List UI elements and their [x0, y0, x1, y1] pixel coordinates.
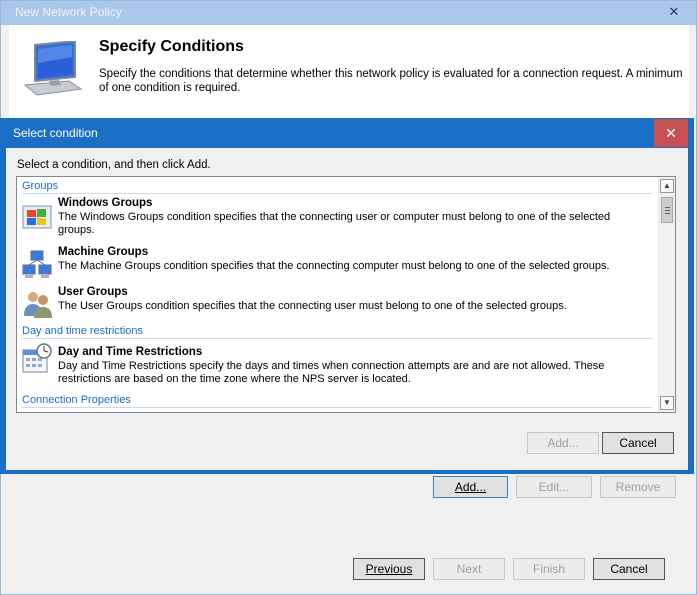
- thumb-grip: [665, 213, 670, 214]
- thumb-grip: [665, 210, 670, 211]
- dialog-cancel-button[interactable]: Cancel: [602, 432, 674, 454]
- item-desc-windows-groups: The Windows Groups condition specifies t…: [58, 211, 611, 236]
- thumb-grip: [665, 207, 670, 208]
- dialog-body: Select a condition, and then click Add. …: [6, 148, 688, 470]
- dialog-instruction: Select a condition, and then click Add.: [17, 159, 211, 171]
- group-divider: [22, 338, 652, 339]
- previous-label: Previous: [365, 562, 413, 576]
- page-description: Specify the conditions that determine wh…: [99, 68, 683, 94]
- condition-list-content: Groups Windows Groups The Windows Groups…: [17, 177, 658, 412]
- list-scrollbar[interactable]: ▲ ▼: [658, 177, 675, 412]
- page-title: Specify Conditions: [99, 38, 244, 55]
- next-label: Next: [456, 562, 482, 576]
- machine-groups-icon: [22, 250, 52, 278]
- dialog-title: Select condition: [13, 126, 98, 140]
- parent-window-title: New Network Policy: [15, 5, 122, 19]
- calendar-clock-icon: [22, 343, 52, 373]
- dialog-close-icon[interactable]: ✕: [654, 119, 688, 147]
- item-name-day-time-restrictions: Day and Time Restrictions: [58, 346, 203, 358]
- scroll-down-arrow-icon[interactable]: ▼: [660, 396, 674, 410]
- scroll-up-arrow-icon[interactable]: ▲: [660, 179, 674, 193]
- finish-button[interactable]: Finish: [513, 558, 585, 580]
- parent-titlebar[interactable]: New Network Policy ✕: [1, 1, 696, 25]
- add-condition-label: Add...: [454, 480, 487, 494]
- item-name-machine-groups: Machine Groups: [58, 246, 149, 258]
- item-name-windows-groups: Windows Groups: [58, 197, 153, 209]
- condition-list[interactable]: Groups Windows Groups The Windows Groups…: [16, 176, 676, 413]
- next-button[interactable]: Next: [433, 558, 505, 580]
- previous-button[interactable]: Previous: [353, 558, 425, 580]
- finish-label: Finish: [532, 562, 565, 576]
- remove-condition-button[interactable]: Remove: [600, 476, 676, 498]
- parent-cancel-button[interactable]: Cancel: [593, 558, 665, 580]
- windows-groups-icon: [22, 205, 52, 229]
- item-desc-machine-groups: The Machine Groups condition specifies t…: [58, 260, 610, 272]
- parent-header-panel: Specify Conditions Specify the condition…: [9, 25, 689, 119]
- group-divider: [22, 193, 652, 194]
- edit-condition-button[interactable]: Edit...: [516, 476, 592, 498]
- add-condition-button[interactable]: Add...: [433, 476, 508, 498]
- group-header-groups: Groups: [22, 180, 59, 192]
- parent-cancel-label: Cancel: [610, 562, 648, 576]
- scroll-thumb[interactable]: [661, 197, 673, 223]
- edit-condition-label: Edit...: [538, 480, 570, 494]
- user-groups-icon: [24, 292, 52, 318]
- item-name-user-groups: User Groups: [58, 286, 128, 298]
- select-condition-dialog: Select condition ✕ Select a condition, a…: [0, 118, 694, 474]
- group-header-day-time: Day and time restrictions: [22, 325, 144, 337]
- group-divider: [22, 407, 652, 408]
- group-header-connection-properties: Connection Properties: [22, 394, 131, 406]
- dialog-cancel-label: Cancel: [619, 436, 657, 450]
- dialog-add-button[interactable]: Add...: [527, 432, 599, 454]
- parent-close-icon[interactable]: ✕: [666, 4, 682, 20]
- remove-condition-label: Remove: [615, 480, 661, 494]
- item-desc-user-groups: The User Groups condition specifies that…: [58, 300, 567, 312]
- dialog-add-label: Add...: [547, 436, 579, 450]
- monitor-icon: [23, 41, 83, 96]
- item-desc-day-time-restrictions: Day and Time Restrictions specify the da…: [58, 360, 605, 385]
